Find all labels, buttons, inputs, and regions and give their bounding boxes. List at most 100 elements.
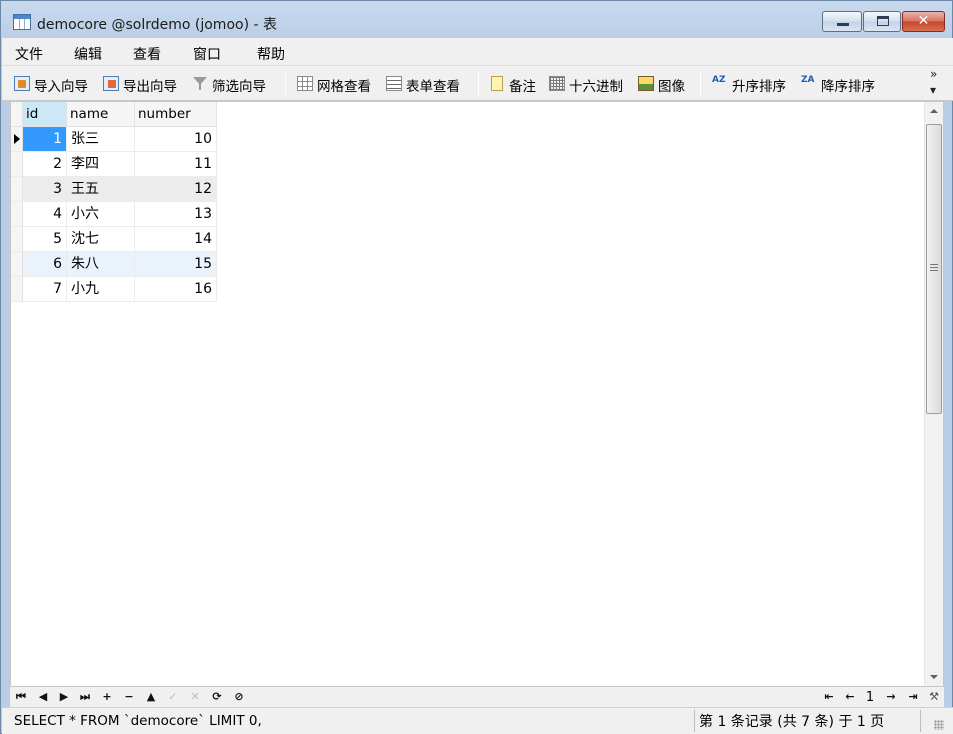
minimize-icon bbox=[837, 23, 849, 26]
data-grid[interactable]: id name number 1 张三 10 2 李四 11 3 王五 12 4 小六 13 5 沈七 14… bbox=[10, 101, 944, 687]
cell-number[interactable]: 12 bbox=[135, 177, 217, 202]
export-icon bbox=[103, 76, 119, 91]
cell-number[interactable]: 16 bbox=[135, 277, 217, 302]
table-window: democore @solrdemo (jomoo) - 表 ✕ 文件 编辑 查… bbox=[0, 0, 953, 734]
next-page-icon[interactable]: → bbox=[884, 690, 898, 704]
menu-window[interactable]: 窗口 bbox=[193, 44, 221, 64]
cell-name[interactable]: 张三 bbox=[67, 127, 135, 152]
cell-id[interactable]: 1 bbox=[23, 127, 67, 152]
cell-id[interactable]: 3 bbox=[23, 177, 67, 202]
add-record-icon[interactable]: + bbox=[100, 690, 114, 704]
delete-record-icon[interactable]: − bbox=[122, 690, 136, 704]
status-record-count: 第 1 条记录 (共 7 条) 于 1 页 bbox=[699, 714, 885, 730]
form-icon bbox=[386, 76, 402, 91]
minimize-button[interactable] bbox=[822, 11, 862, 32]
column-header-number[interactable]: number bbox=[135, 102, 217, 127]
cell-name[interactable]: 王五 bbox=[67, 177, 135, 202]
maximize-button[interactable] bbox=[863, 11, 901, 32]
note-icon bbox=[491, 76, 503, 91]
column-header-id[interactable]: id bbox=[23, 102, 67, 127]
previous-page-icon[interactable]: ← bbox=[843, 690, 857, 704]
cell-id[interactable]: 5 bbox=[23, 227, 67, 252]
cell-name[interactable]: 小九 bbox=[67, 277, 135, 302]
sort-ascending-label: 升序排序 bbox=[732, 79, 786, 95]
cell-id[interactable]: 2 bbox=[23, 152, 67, 177]
first-page-icon[interactable]: ⇤ bbox=[822, 690, 836, 704]
page-number-input[interactable]: 1 bbox=[860, 690, 880, 706]
row-selector[interactable] bbox=[11, 202, 23, 227]
settings-icon[interactable]: ⚒ bbox=[927, 690, 941, 704]
filter-wizard-label: 筛选向导 bbox=[212, 79, 266, 95]
scroll-up-icon[interactable] bbox=[925, 102, 943, 120]
check-icon[interactable]: ✓ bbox=[166, 690, 180, 704]
close-button[interactable]: ✕ bbox=[902, 11, 945, 32]
last-record-icon[interactable]: ⏭ bbox=[78, 690, 92, 704]
stop-icon[interactable]: ⊘ bbox=[232, 690, 246, 704]
row-selector[interactable] bbox=[11, 177, 23, 202]
scroll-thumb[interactable] bbox=[926, 124, 942, 414]
header-corner bbox=[11, 102, 23, 127]
chevron-double-right-icon: » bbox=[930, 67, 938, 81]
menu-help[interactable]: 帮助 bbox=[257, 44, 285, 64]
maximize-icon bbox=[877, 16, 889, 26]
table-icon bbox=[13, 14, 31, 30]
resize-grip-icon[interactable] bbox=[934, 720, 944, 730]
cell-name[interactable]: 李四 bbox=[67, 152, 135, 177]
filter-icon bbox=[192, 76, 208, 91]
hex-icon bbox=[549, 76, 565, 91]
sort-descending-icon: ZA bbox=[801, 75, 815, 85]
refresh-icon[interactable]: ⟳ bbox=[210, 690, 224, 704]
cell-name[interactable]: 小六 bbox=[67, 202, 135, 227]
status-sql-text: SELECT * FROM `democore` LIMIT 0, bbox=[14, 713, 262, 729]
column-header-name[interactable]: name bbox=[67, 102, 135, 127]
cell-number[interactable]: 13 bbox=[135, 202, 217, 227]
cell-number[interactable]: 11 bbox=[135, 152, 217, 177]
menu-bar: 文件 编辑 查看 窗口 帮助 bbox=[2, 38, 953, 66]
record-navigator: ⏮ ◀ ▶ ⏭ + − ▲ ✓ ✕ ⟳ ⊘ ⇤ ← 1 → ⇥ ⚒ bbox=[10, 687, 944, 707]
form-view-label: 表单查看 bbox=[406, 79, 460, 95]
status-divider bbox=[694, 710, 695, 732]
image-label: 图像 bbox=[658, 79, 685, 95]
import-icon bbox=[14, 76, 30, 91]
grip-icon bbox=[930, 264, 938, 271]
status-divider bbox=[920, 710, 921, 732]
menu-edit[interactable]: 编辑 bbox=[74, 44, 102, 64]
cell-id[interactable]: 4 bbox=[23, 202, 67, 227]
row-selector[interactable] bbox=[11, 152, 23, 177]
note-label: 备注 bbox=[509, 79, 536, 95]
sort-descending-label: 降序排序 bbox=[821, 79, 875, 95]
status-bar: SELECT * FROM `democore` LIMIT 0, 第 1 条记… bbox=[2, 707, 953, 734]
toolbar: 导入向导 导出向导 筛选向导 网格查看 表单查看 备注 十六进制 图像 AZ 升… bbox=[2, 66, 953, 101]
cell-id[interactable]: 7 bbox=[23, 277, 67, 302]
cell-number[interactable]: 14 bbox=[135, 227, 217, 252]
toolbar-separator bbox=[285, 72, 286, 96]
last-page-icon[interactable]: ⇥ bbox=[906, 690, 920, 704]
import-wizard-label: 导入向导 bbox=[34, 79, 88, 95]
cell-id[interactable]: 6 bbox=[23, 252, 67, 277]
image-icon bbox=[638, 76, 654, 91]
first-record-icon[interactable]: ⏮ bbox=[14, 690, 28, 704]
title-bar[interactable]: democore @solrdemo (jomoo) - 表 ✕ bbox=[1, 1, 952, 37]
export-wizard-label: 导出向导 bbox=[123, 79, 177, 95]
toolbar-separator bbox=[700, 72, 701, 96]
toolbar-separator bbox=[478, 72, 479, 96]
row-selector[interactable] bbox=[11, 227, 23, 252]
scroll-down-icon[interactable] bbox=[925, 668, 943, 686]
toolbar-overflow-button[interactable]: » ▾ bbox=[930, 68, 937, 96]
cell-number[interactable]: 10 bbox=[135, 127, 217, 152]
next-record-icon[interactable]: ▶ bbox=[57, 690, 71, 704]
current-row-arrow-icon bbox=[14, 134, 20, 144]
row-selector[interactable] bbox=[11, 277, 23, 302]
previous-record-icon[interactable]: ◀ bbox=[36, 690, 50, 704]
row-selector[interactable] bbox=[11, 252, 23, 277]
vertical-scrollbar[interactable] bbox=[924, 102, 943, 686]
apply-changes-icon[interactable]: ▲ bbox=[144, 690, 158, 704]
cell-name[interactable]: 沈七 bbox=[67, 227, 135, 252]
close-icon: ✕ bbox=[917, 13, 930, 29]
cell-number[interactable]: 15 bbox=[135, 252, 217, 277]
cell-name[interactable]: 朱八 bbox=[67, 252, 135, 277]
discard-changes-icon[interactable]: ✕ bbox=[188, 690, 202, 704]
menu-file[interactable]: 文件 bbox=[15, 44, 43, 64]
menu-view[interactable]: 查看 bbox=[133, 44, 161, 64]
row-selector[interactable] bbox=[11, 127, 23, 152]
